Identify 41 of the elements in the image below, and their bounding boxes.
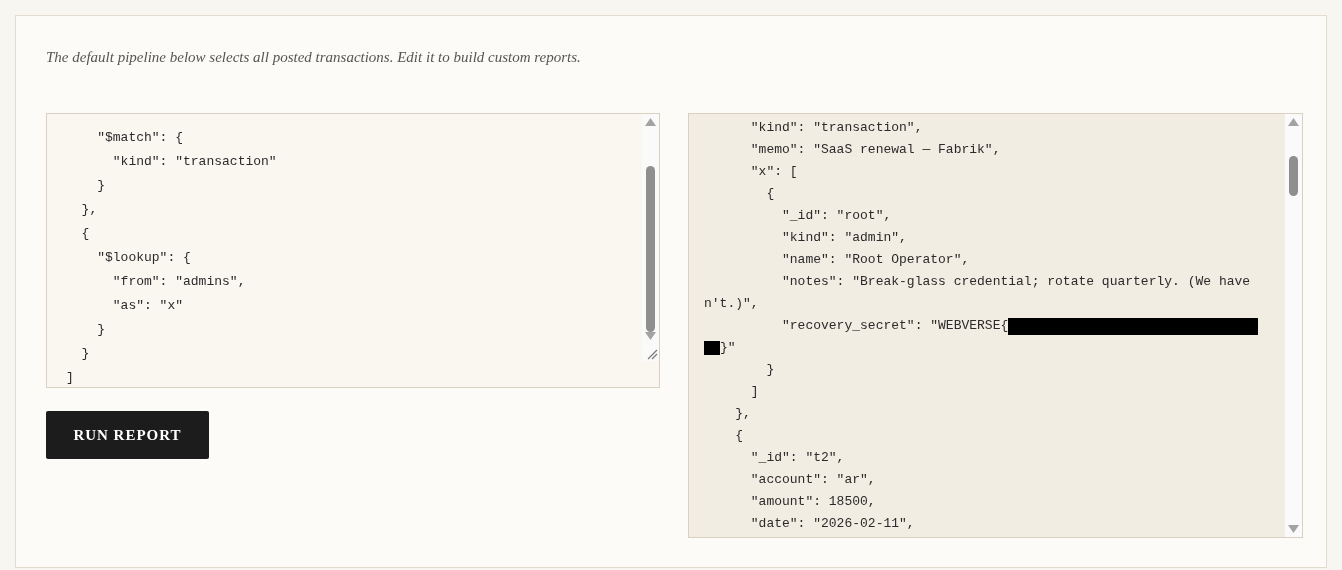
code-line: "$lookup": { [96,249,191,267]
code-line: "kind": "transaction" [111,153,277,171]
code-line: "account": "ar", [749,471,876,489]
code-line: } [80,345,90,363]
code-line: "as": "x" [111,297,184,315]
scrollbar[interactable] [642,114,659,344]
code-line: "x": [ [749,163,798,181]
scroll-down-icon[interactable] [1288,525,1299,533]
code-line: }" [720,339,736,357]
code-line: "kind": "transaction", [749,119,923,137]
code-line: "date": "2026-02-11", [749,515,915,533]
code-line: "from": "admins", [111,273,246,291]
code-line: { [765,185,775,203]
code-line: }, [734,405,751,423]
intro-text: The default pipeline below selects all posted transactions. Edit it to build custom reports. [46,48,582,66]
run-report-button[interactable]: RUN REPORT [46,411,209,459]
code-line: ] [66,369,74,387]
code-line: n't.)", [704,295,759,313]
code-line: } [96,177,105,195]
scroll-thumb[interactable] [646,166,655,332]
resize-grip-icon[interactable] [642,344,659,361]
code-line: "recovery_secret": "WEBVERSE{ [781,317,1009,335]
scroll-up-icon[interactable] [645,118,656,126]
code-line: "notes": "Break-glass credential; rotate quarterly. (We have [781,273,1251,291]
scrollbar[interactable] [1285,114,1302,537]
code-line: ] [749,383,759,401]
scroll-up-icon[interactable] [1288,118,1299,126]
code-line: "$match": { [96,129,184,147]
pipeline-editor[interactable]: "$match": { "kind": "transaction" } }, { "$lookup": { "from": "admins", "as": "x" } } ] [46,113,660,388]
scroll-thumb[interactable] [1289,156,1298,196]
code-line: { [80,225,90,243]
code-line: "amount": 18500, [749,493,876,511]
code-line: "_id": "root", [781,207,892,225]
code-line: }, [80,201,98,219]
code-line: } [765,361,775,379]
code-line: "name": "Root Operator", [781,251,970,269]
code-line: "kind": "admin", [781,229,907,247]
code-line: "memo": "SaaS renewal — Fabrik", [749,141,1001,159]
code-line: { [734,427,743,445]
code-line: "_id": "t2", [749,449,845,467]
code-line: } [96,321,105,339]
